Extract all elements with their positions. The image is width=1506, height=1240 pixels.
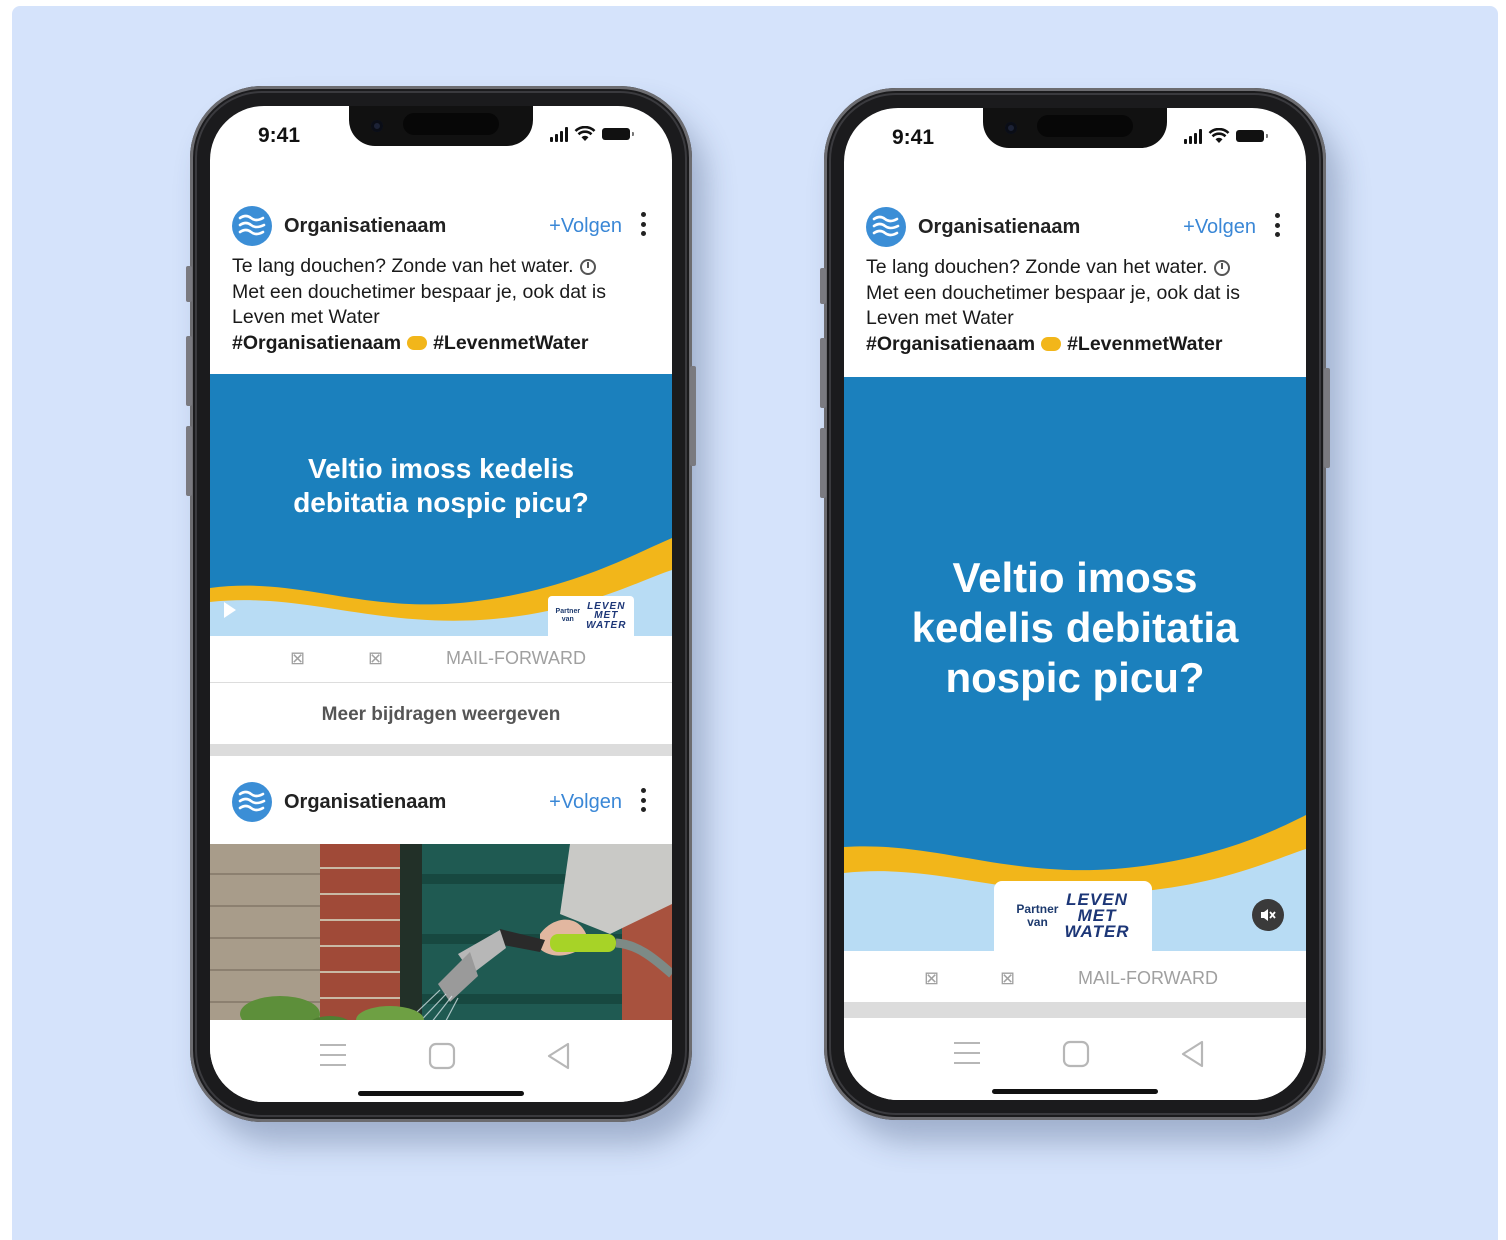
side-button xyxy=(186,266,192,302)
status-time: 9:41 xyxy=(892,126,935,149)
mute-icon[interactable] xyxy=(1252,899,1284,931)
share-button[interactable]: MAIL-FORWARD xyxy=(1078,968,1218,989)
side-button xyxy=(186,336,192,406)
side-button xyxy=(186,426,192,496)
partner-label: van xyxy=(561,616,574,623)
phone-left: 9:41 Organisatienaam +Volgen Te lang dou… xyxy=(186,86,696,1122)
partner-label: van xyxy=(1027,915,1048,929)
partner-badge: Partner van LEVEN MET WATER xyxy=(994,881,1152,951)
org-avatar[interactable] xyxy=(866,207,906,247)
post-caption: Te lang douchen? Zonde van het water. Me… xyxy=(866,255,1288,357)
post-actions: ⊠ ⊠ MAIL-FORWARD xyxy=(844,956,1306,1002)
like-button[interactable]: ⊠ xyxy=(290,648,305,669)
more-posts-link[interactable]: Meer bijdragen weergeven xyxy=(210,704,672,726)
post-caption: Te lang douchen? Zonde van het water. Me… xyxy=(232,254,654,356)
post-video[interactable]: Veltio imoss kedelis debitatia nospic pi… xyxy=(844,377,1306,951)
post-header: Organisatienaam +Volgen xyxy=(210,204,672,248)
headline-line: nospic picu? xyxy=(945,654,1205,701)
org-name[interactable]: Organisatienaam xyxy=(284,215,446,238)
timer-icon xyxy=(1213,260,1230,276)
back-nav-icon[interactable] xyxy=(546,1042,572,1070)
battery-icon xyxy=(1236,130,1268,142)
headline-line: kedelis debitatia xyxy=(911,604,1239,651)
share-button[interactable]: MAIL-FORWARD xyxy=(446,648,586,669)
post-actions: ⊠ ⊠ MAIL-FORWARD xyxy=(210,636,672,683)
post-header: Organisatienaam +Volgen xyxy=(210,780,672,824)
org-avatar[interactable] xyxy=(232,782,272,822)
home-nav-icon[interactable] xyxy=(1062,1040,1090,1068)
caption-line: Te lang douchen? Zonde van het water. xyxy=(232,255,574,277)
partner-label: Partner xyxy=(555,608,581,616)
notch xyxy=(349,106,533,146)
brand-logo-text: WATER xyxy=(586,619,627,631)
partner-badge: Partner van LEVEN MET WATER xyxy=(548,596,634,636)
water-logo-icon xyxy=(238,214,266,236)
more-vertical-icon[interactable] xyxy=(640,212,646,236)
menu-nav-icon[interactable] xyxy=(952,1040,982,1066)
status-time: 9:41 xyxy=(258,124,301,147)
side-button xyxy=(820,338,826,408)
screen: 9:41 Organisatienaam +Volgen Te lang dou… xyxy=(210,106,672,1102)
android-nav-bar xyxy=(210,1020,672,1102)
battery-icon xyxy=(602,128,634,140)
play-icon[interactable] xyxy=(224,602,236,618)
notch xyxy=(983,108,1167,148)
org-name[interactable]: Organisatienaam xyxy=(918,216,1080,239)
caption-line: Met een douchetimer bespaar je, ook dat … xyxy=(866,281,1240,304)
phone-right: 9:41 Organisatienaam +Volgen Te lang dou… xyxy=(820,88,1330,1120)
home-indicator[interactable] xyxy=(992,1089,1158,1094)
yellow-heart-icon xyxy=(1041,336,1062,351)
video-headline: Veltio imoss kedelis debitatia nospic pi… xyxy=(844,553,1306,703)
post-header: Organisatienaam +Volgen xyxy=(844,205,1306,249)
side-button xyxy=(1324,368,1330,468)
hashtag-link[interactable]: #Organisatienaam xyxy=(232,332,401,354)
org-avatar[interactable] xyxy=(232,206,272,246)
back-nav-icon[interactable] xyxy=(1180,1040,1206,1068)
headline-line: debitatia nospic picu? xyxy=(293,487,589,518)
follow-button[interactable]: +Volgen xyxy=(549,791,622,814)
follow-button[interactable]: +Volgen xyxy=(549,215,622,238)
wifi-icon xyxy=(1208,128,1230,143)
video-headline: Veltio imoss kedelis debitatia nospic pi… xyxy=(210,452,672,520)
signal-icon xyxy=(1184,128,1202,144)
water-logo-icon xyxy=(872,215,900,237)
screen: 9:41 Organisatienaam +Volgen Te lang dou… xyxy=(844,108,1306,1100)
hashtag-link[interactable]: #Organisatienaam xyxy=(866,333,1035,355)
comment-button[interactable]: ⊠ xyxy=(1000,968,1015,989)
wifi-icon xyxy=(574,126,596,141)
feed-separator xyxy=(210,744,672,756)
brand-logo-text: WATER xyxy=(1064,922,1130,942)
headline-line: Veltio imoss xyxy=(952,554,1198,601)
yellow-heart-icon xyxy=(407,335,428,350)
caption-line: Te lang douchen? Zonde van het water. xyxy=(866,256,1208,278)
post-video[interactable]: Veltio imoss kedelis debitatia nospic pi… xyxy=(210,374,672,636)
like-button[interactable]: ⊠ xyxy=(924,968,939,989)
android-nav-bar xyxy=(844,1018,1306,1100)
side-button xyxy=(820,268,826,304)
home-nav-icon[interactable] xyxy=(428,1042,456,1070)
comment-button[interactable]: ⊠ xyxy=(368,648,383,669)
org-name[interactable]: Organisatienaam xyxy=(284,791,446,814)
caption-line: Leven met Water xyxy=(232,306,380,328)
more-vertical-icon[interactable] xyxy=(1274,213,1280,237)
hashtag-link[interactable]: #LevenmetWater xyxy=(433,332,588,354)
home-indicator[interactable] xyxy=(358,1091,524,1096)
headline-line: Veltio imoss kedelis xyxy=(307,453,575,484)
water-logo-icon xyxy=(238,790,266,812)
hashtag-link[interactable]: #LevenmetWater xyxy=(1067,333,1222,355)
signal-icon xyxy=(550,126,568,142)
follow-button[interactable]: +Volgen xyxy=(1183,216,1256,239)
post-photo[interactable] xyxy=(210,844,672,1032)
side-button xyxy=(820,428,826,498)
caption-line: Leven met Water xyxy=(866,307,1014,329)
menu-nav-icon[interactable] xyxy=(318,1042,348,1068)
garden-hose-photo xyxy=(210,844,672,1032)
timer-icon xyxy=(579,259,596,275)
side-button xyxy=(690,366,696,466)
caption-line: Met een douchetimer bespaar je, ook dat … xyxy=(232,280,606,303)
more-vertical-icon[interactable] xyxy=(640,788,646,812)
